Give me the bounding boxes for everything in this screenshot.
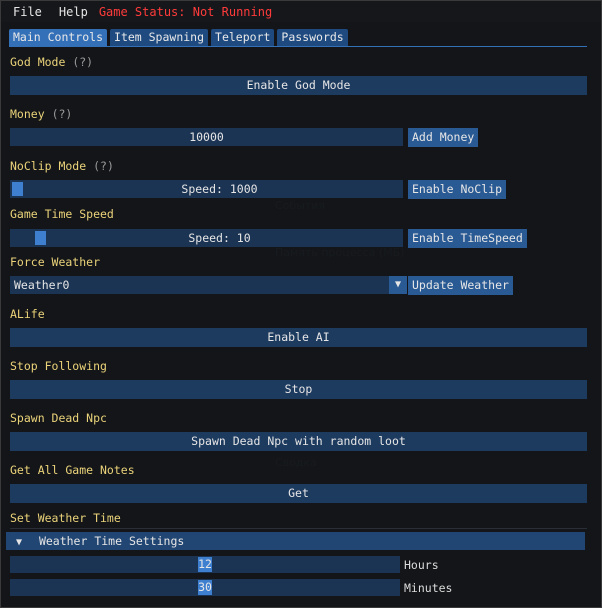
get-notes-button[interactable]: Get <box>10 484 587 503</box>
menu-help[interactable]: Help <box>49 5 95 19</box>
tab-teleport[interactable]: Teleport <box>211 29 275 46</box>
update-weather-button[interactable]: Update Weather <box>408 276 513 295</box>
minutes-label: Minutes <box>404 581 453 595</box>
help-marker[interactable]: (?) <box>52 107 73 121</box>
tab-bar: Main Controls Item Spawning Teleport Pas… <box>9 29 348 46</box>
weather-time-settings-title: Weather Time Settings <box>38 534 185 548</box>
noclip-label: NoClip Mode (?) <box>10 159 114 173</box>
tab-passwords[interactable]: Passwords <box>277 29 348 46</box>
money-input[interactable]: 10000 <box>10 128 403 146</box>
alife-label: ALife <box>10 307 45 321</box>
minutes-value: 30 <box>198 580 212 594</box>
trainer-window: File Help Game Status: Not Running Main … <box>0 0 602 608</box>
noclip-label-text: NoClip Mode <box>10 159 87 173</box>
hours-label: Hours <box>404 558 439 572</box>
enable-ai-button[interactable]: Enable AI <box>10 328 587 347</box>
weather-time-label: Set Weather Time <box>10 511 121 525</box>
enable-god-mode-button[interactable]: Enable God Mode <box>10 76 587 95</box>
spawn-dead-npc-button[interactable]: Spawn Dead Npc with random loot <box>10 432 587 451</box>
tab-main-controls[interactable]: Main Controls <box>9 29 108 46</box>
god-mode-label: God Mode (?) <box>10 55 93 69</box>
noclip-slider-text: Speed: 1000 <box>181 182 258 196</box>
game-status-text: Game Status: Not Running <box>98 4 273 19</box>
hours-slider[interactable]: 12 <box>10 556 400 573</box>
enable-noclip-button[interactable]: Enable NoClip <box>408 180 507 199</box>
time-speed-slider[interactable]: Speed: 10 <box>10 229 403 247</box>
tab-underline <box>9 46 587 47</box>
force-weather-label: Force Weather <box>10 255 101 269</box>
time-speed-label: Game Time Speed <box>10 207 114 221</box>
hours-value: 12 <box>198 557 212 571</box>
noclip-speed-slider[interactable]: Speed: 1000 <box>10 180 403 198</box>
time-speed-slider-text: Speed: 10 <box>188 231 251 245</box>
collapse-arrow-icon: ▼ <box>16 537 23 548</box>
menu-bar: File Help Game Status: Not Running <box>1 1 601 22</box>
time-speed-slider-grab[interactable] <box>34 231 46 245</box>
minutes-slider[interactable]: 30 <box>10 579 400 596</box>
weather-time-settings-header[interactable]: ▼ Weather Time Settings <box>6 532 585 550</box>
money-label-text: Money <box>10 107 45 121</box>
god-mode-label-text: God Mode <box>10 55 66 69</box>
stop-following-label: Stop Following <box>10 359 107 373</box>
weather-combo-value: Weather0 <box>14 278 70 292</box>
separator <box>10 528 587 529</box>
enable-timespeed-button[interactable]: Enable TimeSpeed <box>408 229 527 248</box>
help-marker[interactable]: (?) <box>93 159 114 173</box>
menu-file[interactable]: File <box>1 5 49 19</box>
spawn-dead-npc-label: Spawn Dead Npc <box>10 411 107 425</box>
help-marker[interactable]: (?) <box>72 55 93 69</box>
money-label: Money (?) <box>10 107 72 121</box>
tab-item-spawning[interactable]: Item Spawning <box>110 29 209 46</box>
noclip-slider-grab[interactable] <box>12 182 23 196</box>
chevron-down-icon[interactable]: ▼ <box>389 276 407 294</box>
stop-button[interactable]: Stop <box>10 380 587 399</box>
game-notes-label: Get All Game Notes <box>10 463 135 477</box>
weather-combo[interactable]: Weather0 ▼ <box>10 276 407 294</box>
add-money-button[interactable]: Add Money <box>408 128 479 147</box>
